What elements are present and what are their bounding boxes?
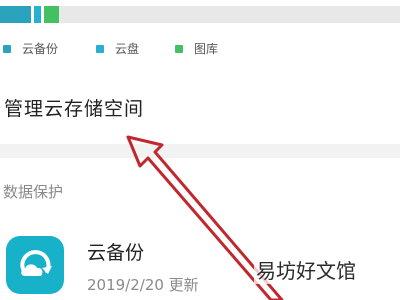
legend-item-gallery: 图库 xyxy=(175,40,218,57)
cloud-backup-updated-date: 2019/2/20 更新 xyxy=(87,276,199,294)
legend-item-backup: 云备份 xyxy=(3,40,58,57)
section-title: 数据保护 xyxy=(3,183,64,201)
manage-cloud-storage-button[interactable]: 管理云存储空间 xyxy=(0,80,400,142)
storage-usage-bar xyxy=(0,6,400,23)
legend-color-swatch xyxy=(175,44,183,53)
legend-item-disk: 云盘 xyxy=(96,40,139,57)
legend-label: 云备份 xyxy=(22,42,59,56)
section-divider xyxy=(0,144,400,158)
legend-color-swatch xyxy=(96,44,104,53)
legend-label: 云盘 xyxy=(115,42,140,56)
storage-segment-disk xyxy=(34,6,41,23)
storage-legend: 云备份 云盘 图库 xyxy=(0,40,400,56)
legend-label: 图库 xyxy=(194,42,219,56)
storage-segment-gallery xyxy=(44,6,59,23)
watermark-text: 易坊好文馆 xyxy=(254,255,358,284)
cloud-backup-title: 云备份 xyxy=(87,242,145,264)
manage-cloud-storage-label: 管理云存储空间 xyxy=(4,98,145,120)
storage-segment-backup xyxy=(0,6,31,23)
legend-color-swatch xyxy=(3,44,11,53)
cloud-backup-icon xyxy=(6,236,64,294)
